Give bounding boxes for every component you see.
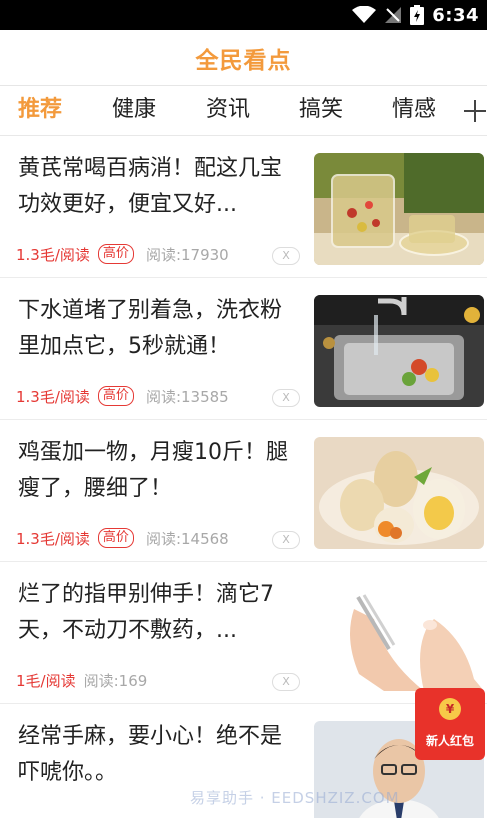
- dismiss-button[interactable]: X: [272, 531, 300, 549]
- tab-funny[interactable]: 搞笑: [299, 94, 343, 126]
- feed-item[interactable]: 鸡蛋加一物，月瘦10斤！腿瘦了，腰细了！ 1.3毛/阅读 高价 阅读:14568…: [0, 421, 487, 562]
- reward-price: 1.3毛/阅读: [16, 387, 90, 406]
- reward-price: 1毛/阅读: [16, 671, 76, 690]
- read-count: 阅读:17930: [145, 245, 229, 264]
- wifi-icon: [352, 6, 377, 23]
- no-signal-icon: [385, 7, 402, 23]
- read-count: 阅读:14568: [145, 529, 229, 548]
- read-count: 阅读:169: [83, 671, 148, 690]
- high-price-badge: 高价: [97, 528, 134, 548]
- reward-price: 1.3毛/阅读: [16, 529, 90, 548]
- read-count: 阅读:13585: [145, 387, 229, 406]
- app-header: 全民看点: [0, 30, 487, 86]
- herbal-tea-image[interactable]: [314, 153, 484, 265]
- dismiss-button[interactable]: X: [272, 673, 300, 691]
- article-meta: 1.3毛/阅读 高价 阅读:17930: [16, 241, 229, 267]
- tab-recommend[interactable]: 推荐: [18, 94, 62, 126]
- coin-icon: ¥: [439, 698, 461, 720]
- tab-health[interactable]: 健康: [112, 94, 156, 126]
- feed-item[interactable]: 黄芪常喝百病消！配这几宝功效更好，便宜又好... 1.3毛/阅读 高价 阅读:1…: [0, 137, 487, 278]
- article-title[interactable]: 鸡蛋加一物，月瘦10斤！腿瘦了，腰细了！: [18, 435, 303, 507]
- boiled-eggs-image[interactable]: [314, 437, 484, 549]
- status-icons: 6:34: [352, 4, 479, 26]
- article-title[interactable]: 下水道堵了别着急，洗衣粉里加点它，5秒就通！: [18, 293, 303, 365]
- status-bar: 6:34: [0, 0, 487, 30]
- feed-item[interactable]: 烂了的指甲别伸手！滴它7天，不动刀不敷药，... 1毛/阅读 阅读:169 X: [0, 563, 487, 704]
- add-tab-icon[interactable]: [462, 95, 487, 125]
- reward-price: 1.3毛/阅读: [16, 245, 90, 264]
- kitchen-sink-image[interactable]: [314, 295, 484, 407]
- high-price-badge: 高价: [97, 386, 134, 406]
- battery-charging-icon: [410, 5, 425, 25]
- red-packet-label: 新人红包: [425, 734, 474, 748]
- article-meta: 1毛/阅读 阅读:169: [16, 667, 147, 693]
- category-tabs: 推荐 健康 资讯 搞笑 情感: [0, 86, 487, 136]
- tab-emotion[interactable]: 情感: [392, 94, 436, 126]
- watermark: 易享助手 · EEDSHZIZ.COM: [190, 789, 400, 807]
- article-title[interactable]: 经常手麻，要小心！绝不是吓唬你。。: [18, 719, 303, 791]
- dismiss-button[interactable]: X: [272, 247, 300, 265]
- dismiss-button[interactable]: X: [272, 389, 300, 407]
- article-title[interactable]: 黄芪常喝百病消！配这几宝功效更好，便宜又好...: [18, 151, 303, 223]
- article-meta: 1.3毛/阅读 高价 阅读:14568: [16, 525, 229, 551]
- high-price-badge: 高价: [97, 244, 134, 264]
- article-title[interactable]: 烂了的指甲别伸手！滴它7天，不动刀不敷药，...: [18, 577, 303, 649]
- new-user-red-packet[interactable]: ¥ 新人红包: [415, 688, 485, 760]
- tab-news[interactable]: 资讯: [206, 94, 250, 126]
- feed-item[interactable]: 下水道堵了别着急，洗衣粉里加点它，5秒就通！ 1.3毛/阅读 高价 阅读:135…: [0, 279, 487, 420]
- nail-tweezers-image[interactable]: [314, 579, 484, 691]
- app-title: 全民看点: [195, 47, 292, 74]
- status-time: 6:34: [432, 4, 479, 26]
- article-meta: 1.3毛/阅读 高价 阅读:13585: [16, 383, 229, 409]
